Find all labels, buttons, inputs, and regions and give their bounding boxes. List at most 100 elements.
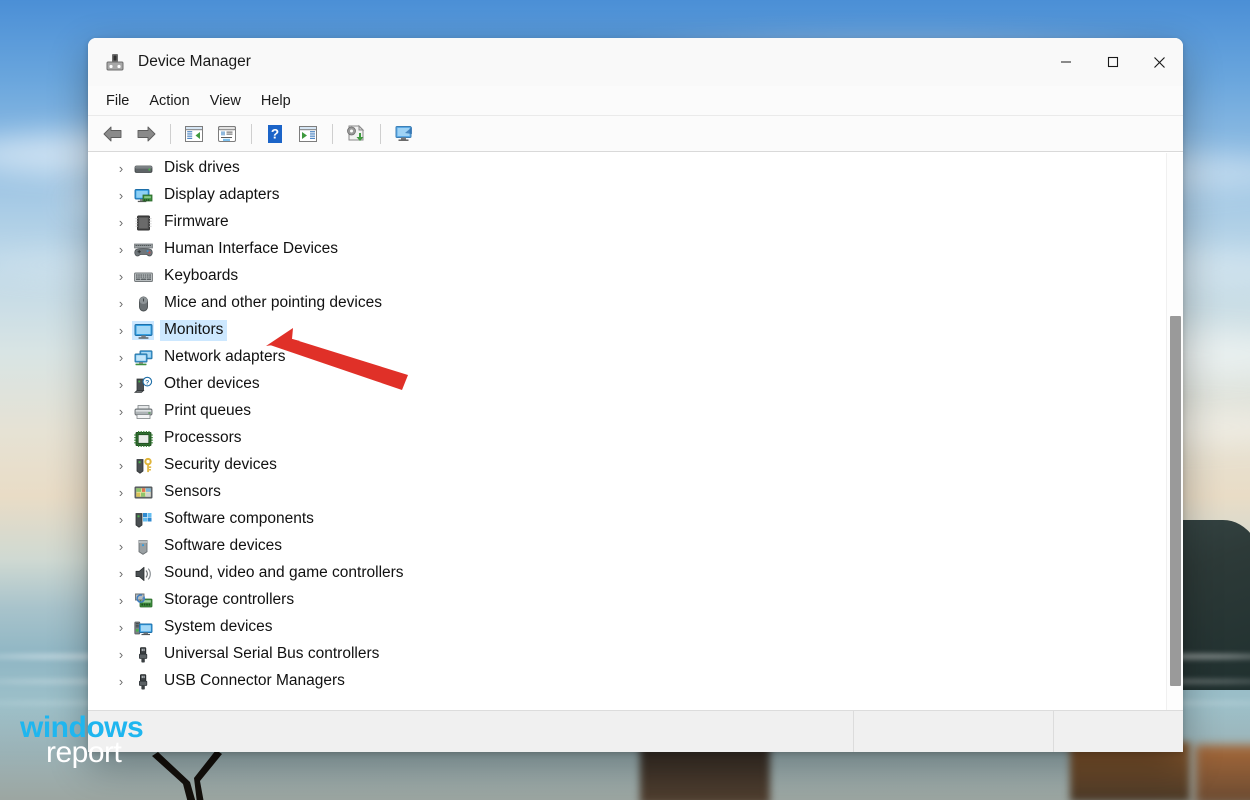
toolbar-separator xyxy=(170,123,171,144)
tree-item-usb-connector-managers[interactable]: › USB Connector Managers xyxy=(88,668,1166,695)
sound-speaker-icon xyxy=(132,564,154,583)
other-device-question-icon: ? xyxy=(132,375,154,394)
processor-icon xyxy=(132,429,154,448)
tree-item-label: Software components xyxy=(164,510,314,527)
tree-item-firmware[interactable]: › Firmware xyxy=(88,209,1166,236)
tree-item-software-components[interactable]: › Software components xyxy=(88,506,1166,533)
menu-item-help[interactable]: Help xyxy=(251,90,301,112)
display-adapter-icon xyxy=(132,186,154,205)
tree-item-label: Sound, video and game controllers xyxy=(164,564,404,581)
tree-item-disk-drives[interactable]: › Disk drives xyxy=(88,155,1166,182)
storage-controller-icon xyxy=(132,591,154,610)
chevron-right-icon[interactable]: › xyxy=(112,215,130,230)
update-driver-icon[interactable] xyxy=(341,121,371,147)
chevron-right-icon[interactable]: › xyxy=(112,404,130,419)
window-titlebar[interactable]: Device Manager xyxy=(88,38,1183,86)
tree-item-label: Processors xyxy=(164,429,242,446)
chevron-right-icon[interactable]: › xyxy=(112,458,130,473)
chevron-right-icon[interactable]: › xyxy=(112,539,130,554)
firmware-chip-icon xyxy=(132,213,154,232)
tree-item-print-queues[interactable]: › Print queues xyxy=(88,398,1166,425)
vertical-scrollbar[interactable] xyxy=(1166,153,1183,710)
tree-item-sound-video-and-game-controllers[interactable]: › Sound, video and game controllers xyxy=(88,560,1166,587)
tree-item-network-adapters[interactable]: › Network adapters xyxy=(88,344,1166,371)
tree-item-label: Print queues xyxy=(164,402,252,419)
scan-for-hardware-changes-icon[interactable] xyxy=(293,121,323,147)
chevron-right-icon[interactable]: › xyxy=(112,647,130,662)
network-adapter-icon xyxy=(132,348,154,367)
chevron-right-icon[interactable]: › xyxy=(112,242,130,257)
svg-text:?: ? xyxy=(145,379,149,386)
chevron-right-icon[interactable]: › xyxy=(112,512,130,527)
chevron-right-icon[interactable]: › xyxy=(112,350,130,365)
tree-item-label: Software devices xyxy=(164,537,283,554)
tree-item-label: Security devices xyxy=(164,456,277,473)
chevron-right-icon[interactable]: › xyxy=(112,377,130,392)
tree-item-security-devices[interactable]: › Security devices xyxy=(88,452,1166,479)
tree-item-label: Keyboards xyxy=(164,267,239,284)
keyboard-icon xyxy=(132,267,154,286)
chevron-right-icon[interactable]: › xyxy=(112,188,130,203)
scrollbar-thumb[interactable] xyxy=(1170,316,1181,686)
status-bar xyxy=(88,710,1183,752)
show-hide-console-tree-icon[interactable] xyxy=(179,121,209,147)
chevron-right-icon[interactable]: › xyxy=(112,566,130,581)
chevron-right-icon[interactable]: › xyxy=(112,674,130,689)
window-controls xyxy=(1042,38,1183,86)
tree-item-keyboards[interactable]: › Keyboards xyxy=(88,263,1166,290)
security-key-icon xyxy=(132,456,154,475)
tree-item-mice-and-other-pointing-devices[interactable]: › Mice and other pointing devices xyxy=(88,290,1166,317)
watermark-logo: windows report xyxy=(20,713,144,767)
display-devices-icon[interactable] xyxy=(389,121,419,147)
tree-item-label: Sensors xyxy=(164,483,221,500)
tree-item-sensors[interactable]: › Sensors xyxy=(88,479,1166,506)
device-tree[interactable]: › Disk drives › Display adapters › Firmware › H… xyxy=(88,153,1166,710)
forward-icon[interactable] xyxy=(131,121,161,147)
tree-item-label: Display adapters xyxy=(164,186,280,203)
help-icon[interactable]: ? xyxy=(260,121,290,147)
window-body: › Disk drives › Display adapters › Firmware › H… xyxy=(88,152,1183,710)
tree-item-label: Other devices xyxy=(164,375,260,392)
menu-item-action[interactable]: Action xyxy=(139,90,199,112)
minimize-button[interactable] xyxy=(1042,38,1089,86)
menu-item-file[interactable]: File xyxy=(96,90,139,112)
properties-icon[interactable] xyxy=(212,121,242,147)
chevron-right-icon[interactable]: › xyxy=(112,593,130,608)
tree-item-storage-controllers[interactable]: › Storage controllers xyxy=(88,587,1166,614)
tree-item-label: USB Connector Managers xyxy=(164,672,345,689)
tree-item-label: Disk drives xyxy=(164,159,240,176)
back-icon[interactable] xyxy=(98,121,128,147)
tree-item-label: Network adapters xyxy=(164,348,286,365)
toolbar-separator xyxy=(380,123,381,144)
tree-item-label: Universal Serial Bus controllers xyxy=(164,645,380,662)
tree-item-processors[interactable]: › Processors xyxy=(88,425,1166,452)
maximize-button[interactable] xyxy=(1089,38,1136,86)
chevron-right-icon[interactable]: › xyxy=(112,431,130,446)
tree-item-label: Monitors xyxy=(160,320,228,341)
status-pane-3 xyxy=(1053,711,1183,752)
menu-item-view[interactable]: View xyxy=(200,90,251,112)
tree-item-label: Firmware xyxy=(164,213,229,230)
chevron-right-icon[interactable]: › xyxy=(112,323,130,338)
tree-item-monitors[interactable]: › Monitors xyxy=(88,317,1166,344)
tree-item-label: Mice and other pointing devices xyxy=(164,294,382,311)
device-manager-window: Device Manager File Action View Help ? ›… xyxy=(88,38,1183,752)
tree-item-human-interface-devices[interactable]: › Human Interface Devices xyxy=(88,236,1166,263)
tree-item-universal-serial-bus-controllers[interactable]: › Universal Serial Bus controllers xyxy=(88,641,1166,668)
status-pane-2 xyxy=(853,711,1053,752)
monitor-icon xyxy=(132,321,154,340)
usb-icon xyxy=(132,645,154,664)
tree-item-other-devices[interactable]: ›? Other devices xyxy=(88,371,1166,398)
chevron-right-icon[interactable]: › xyxy=(112,296,130,311)
hid-gamepad-icon xyxy=(132,240,154,259)
menu-bar: File Action View Help xyxy=(88,86,1183,116)
close-button[interactable] xyxy=(1136,38,1183,86)
chevron-right-icon[interactable]: › xyxy=(112,620,130,635)
chevron-right-icon[interactable]: › xyxy=(112,161,130,176)
tree-item-display-adapters[interactable]: › Display adapters xyxy=(88,182,1166,209)
tree-item-system-devices[interactable]: › System devices xyxy=(88,614,1166,641)
tree-item-software-devices[interactable]: › Software devices xyxy=(88,533,1166,560)
chevron-right-icon[interactable]: › xyxy=(112,485,130,500)
device-manager-icon xyxy=(104,51,126,73)
chevron-right-icon[interactable]: › xyxy=(112,269,130,284)
